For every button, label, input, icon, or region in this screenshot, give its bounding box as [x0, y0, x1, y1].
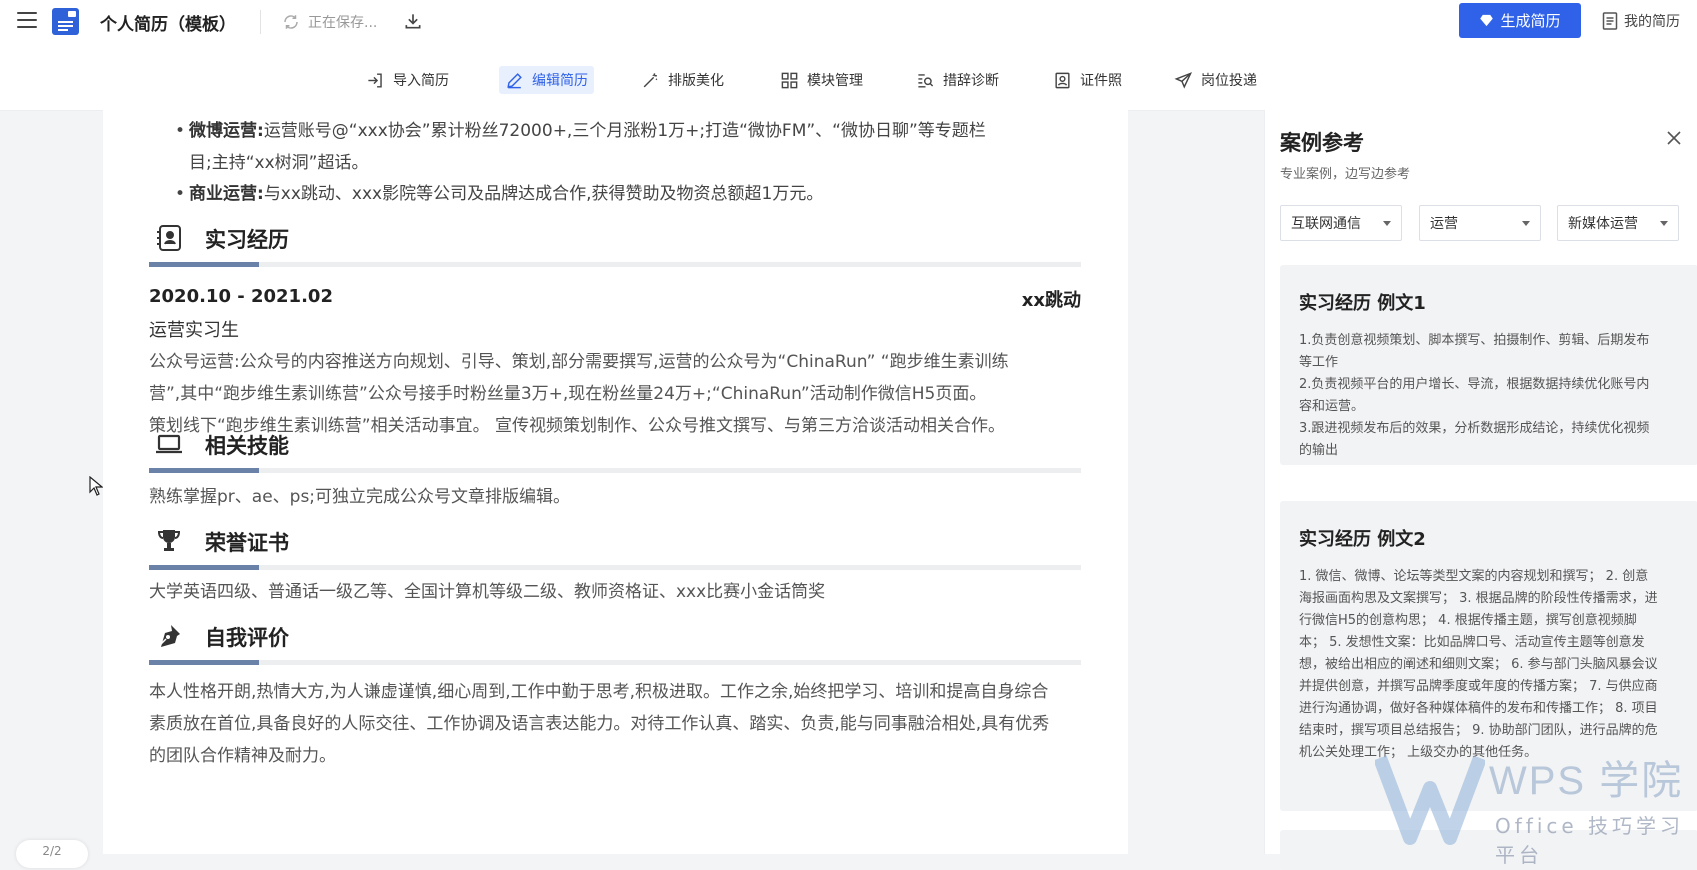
example-card[interactable]: 实习经历 例文1 1.负责创意视频策划、脚本撰写、拍摄制作、剪辑、后期发布等工作… [1280, 265, 1697, 465]
tab-edit-resume[interactable]: 编辑简历 [499, 66, 594, 94]
section-divider [149, 468, 1081, 473]
trophy-icon [157, 530, 181, 551]
mouse-cursor-icon [89, 476, 103, 496]
text-line: 的团队合作精神及耐力。 [149, 746, 336, 766]
saving-status: 正在保存... [282, 12, 377, 32]
section-internship[interactable]: 实习经历 [149, 222, 1081, 267]
download-icon[interactable] [403, 11, 423, 31]
internship-role[interactable]: 运营实习生 [149, 316, 239, 342]
bullet-text: 与xx跳动、xxx影院等公司及品牌达成合作,获得赞助及物资总额超1万元。 [263, 184, 824, 204]
example-title: 实习经历 例文2 [1299, 529, 1426, 550]
my-resume-link[interactable]: 我的简历 [1602, 11, 1680, 31]
example-title: 实习经历 例文1 [1299, 293, 1426, 314]
section-divider [149, 660, 1081, 665]
top-bar: 个人简历（模板） 正在保存... 生成简历 我的简历 [0, 0, 1697, 44]
select-value: 新媒体运营 [1568, 216, 1638, 232]
tab-job-apply[interactable]: 岗位投递 [1168, 66, 1263, 94]
tab-label: 证件照 [1080, 73, 1122, 89]
tab-import-resume[interactable]: 导入简历 [360, 66, 455, 94]
tab-wording-diagnosis[interactable]: 措辞诊断 [910, 66, 1005, 94]
example-line: 1. 微信、微博、论坛等类型文案的内容规划和撰写； 2. 创意海报画面构思及文案… [1299, 569, 1658, 760]
internship-date[interactable]: 2020.10 - 2021.02 [149, 286, 333, 307]
hamburger-menu-icon[interactable] [17, 12, 37, 28]
bullet-label: 微博运营: [189, 121, 264, 141]
generate-resume-button[interactable]: 生成简历 [1459, 3, 1581, 38]
text-line: 素质放在首位,具备良好的人际交往、工作协调及语言表达能力。对待工作认真、踏实、负… [149, 714, 1050, 734]
app-logo-icon [52, 8, 79, 35]
self-evaluation-text[interactable]: 本人性格开朗,热情大方,为人谦虚谨慎,细心周到,工作中勤于思考,积极进取。工作之… [149, 676, 1099, 772]
section-honors[interactable]: 荣誉证书 [149, 525, 1081, 570]
example-line: 2.负责视频平台的用户增长、导流，根据数据持续优化账号内容和运营。 [1299, 377, 1650, 414]
generate-resume-label: 生成简历 [1500, 12, 1561, 30]
laptop-icon [156, 434, 182, 454]
close-icon[interactable] [1666, 130, 1682, 146]
tab-label: 措辞诊断 [943, 73, 999, 89]
example-line: 1.负责创意视频策划、脚本撰写、拍摄制作、剪辑、后期发布等工作 [1299, 333, 1650, 370]
section-title: 自我评价 [205, 626, 289, 650]
document-title[interactable]: 个人简历（模板） [100, 10, 236, 35]
divider [260, 10, 261, 34]
caret-down-icon [1660, 221, 1668, 226]
magic-wand-icon [643, 72, 658, 87]
case-reference-panel: 案例参考 专业案例，边写边参考 互联网通信 运营 新媒体运营 实习经历 例文1 … [1264, 110, 1697, 870]
text-line: 公众号运营:公众号的内容推送方向规划、引导、策划,部分需要撰写,运营的公众号为“… [149, 352, 1009, 372]
text-line: 营”,其中“跑步维生素训练营”公众号接手时粉丝量3万+,现在粉丝量24万+;“C… [149, 384, 987, 404]
portrait-icon [1055, 72, 1070, 88]
section-divider [149, 262, 1081, 267]
example-body: 1.负责创意视频策划、脚本撰写、拍摄制作、剪辑、后期发布等工作 2.负责视频平台… [1299, 330, 1659, 462]
skills-text[interactable]: 熟练掌握pr、ae、ps;可独立完成公众号文章排版编辑。 [149, 481, 1099, 513]
tab-label: 编辑简历 [532, 73, 588, 89]
tab-label: 排版美化 [668, 73, 724, 89]
contact-card-icon [157, 225, 181, 251]
example-body: 1. 微信、微博、论坛等类型文案的内容规划和撰写； 2. 创意海报画面构思及文案… [1299, 566, 1659, 764]
select-value: 运营 [1430, 216, 1458, 232]
tab-label: 模块管理 [807, 73, 863, 89]
bullet-item[interactable]: • 商业运营:与xx跳动、xxx影院等公司及品牌达成合作,获得赞助及物资总额超1万… [175, 179, 824, 210]
search-list-icon [918, 73, 934, 88]
example-line: 3.跟进视频发布后的效果，分析数据形成结论，持续优化视频的输出 [1299, 421, 1650, 458]
document-icon [1602, 12, 1618, 30]
section-self-evaluation[interactable]: 自我评价 [149, 620, 1081, 665]
caret-down-icon [1383, 221, 1391, 226]
section-skills[interactable]: 相关技能 [149, 428, 1081, 473]
my-resume-label: 我的简历 [1624, 14, 1680, 30]
tab-label: 岗位投递 [1201, 73, 1257, 89]
panel-subtitle: 专业案例，边写边参考 [1280, 167, 1411, 182]
panel-title: 案例参考 [1280, 131, 1364, 155]
tab-module-management[interactable]: 模块管理 [774, 66, 869, 94]
section-title: 实习经历 [205, 228, 289, 252]
page-indicator: 2/2 [16, 840, 88, 868]
import-icon [368, 72, 382, 88]
position-select[interactable]: 新媒体运营 [1557, 205, 1679, 241]
diamond-icon [1480, 14, 1494, 27]
resume-page[interactable]: • 微博运营:运营账号@“xxx协会”累计粉丝72000+,三个月涨粉1万+;打造… [103, 110, 1128, 854]
tab-label: 导入简历 [393, 73, 449, 89]
sync-icon [284, 15, 298, 29]
tab-layout-beautify[interactable]: 排版美化 [635, 66, 730, 94]
honors-text[interactable]: 大学英语四级、普通话一级乙等、全国计算机等级二级、教师资格证、xxx比赛小金话筒… [149, 576, 1099, 608]
section-divider [149, 565, 1081, 570]
example-card[interactable] [1280, 830, 1697, 870]
bullet-text: 运营账号@“xxx协会”累计粉丝72000+,三个月涨粉1万+;打造“微协FM”… [263, 121, 986, 141]
grid-icon [781, 72, 798, 88]
pencil-icon [507, 72, 522, 88]
section-title: 荣誉证书 [205, 531, 289, 555]
saving-text: 正在保存... [308, 15, 378, 31]
select-value: 互联网通信 [1291, 216, 1361, 232]
pen-nib-icon [158, 625, 180, 647]
example-card[interactable]: 实习经历 例文2 1. 微信、微博、论坛等类型文案的内容规划和撰写； 2. 创意… [1280, 501, 1697, 811]
bullet-label: 商业运营: [189, 184, 264, 204]
tab-id-photo[interactable]: 证件照 [1047, 66, 1128, 94]
bullet-item-continuation[interactable]: 目;主持“xx树洞”超话。 [189, 148, 368, 179]
send-icon [1174, 71, 1193, 89]
bullet-item[interactable]: • 微博运营:运营账号@“xxx协会”累计粉丝72000+,三个月涨粉1万+;打造… [175, 116, 986, 147]
industry-select[interactable]: 互联网通信 [1280, 205, 1402, 241]
internship-company[interactable]: xx跳动 [1022, 286, 1081, 312]
editor-toolbar: 导入简历 编辑简历 排版美化 模块管理 措辞诊断 证件照 岗位投递 [0, 44, 1697, 111]
section-title: 相关技能 [205, 434, 289, 458]
function-select[interactable]: 运营 [1419, 205, 1541, 241]
text-line: 本人性格开朗,热情大方,为人谦虚谨慎,细心周到,工作中勤于思考,积极进取。工作之… [149, 682, 1049, 702]
caret-down-icon [1522, 221, 1530, 226]
